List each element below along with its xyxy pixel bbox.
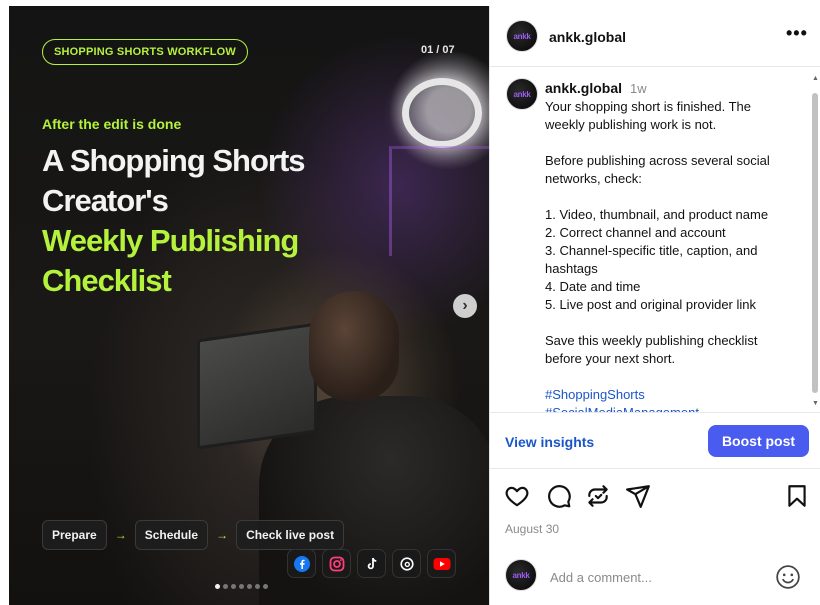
scroll-down-icon[interactable]: ▼ bbox=[812, 400, 819, 407]
scroll-up-icon[interactable]: ▲ bbox=[812, 75, 819, 82]
carousel-dot bbox=[231, 584, 236, 589]
caption-line: Your shopping short is finished. The bbox=[545, 99, 751, 114]
next-slide-button[interactable]: › bbox=[453, 294, 477, 318]
instagram-icon bbox=[322, 549, 351, 578]
caption-username[interactable]: ankk.global bbox=[545, 80, 622, 96]
caption-text: Your shopping short is finished. The wee… bbox=[545, 98, 795, 412]
caption-section: ankk ankk.global 1w Your shopping short i… bbox=[490, 67, 820, 412]
caption-line: 3. Channel-specific title, caption, and bbox=[545, 243, 758, 258]
caption-line: weekly publishing work is not. bbox=[545, 117, 717, 132]
caption-line: 5. Live post and original provider link bbox=[545, 297, 757, 312]
workflow-steps: Prepare → Schedule → Check live post bbox=[42, 520, 345, 550]
threads-icon bbox=[392, 549, 421, 578]
caption-line: hashtags bbox=[545, 261, 598, 276]
caption-header: ankk.global 1w bbox=[545, 80, 647, 96]
avatar[interactable]: ankk bbox=[506, 78, 538, 110]
carousel-dot bbox=[247, 584, 252, 589]
bookmark-icon[interactable] bbox=[784, 483, 810, 509]
tiktok-icon bbox=[357, 549, 386, 578]
scrollbar-thumb[interactable] bbox=[812, 93, 818, 393]
carousel-dot bbox=[263, 584, 268, 589]
hashtag-link[interactable]: #ShoppingShorts bbox=[545, 386, 795, 404]
caption-line: before your next short. bbox=[545, 351, 676, 366]
post-media-carousel[interactable]: SHOPPING SHORTS WORKFLOW 01 / 07 After t… bbox=[9, 6, 489, 605]
comment-bar: ankk bbox=[490, 549, 820, 605]
slide-headline: A Shopping Shorts Creator's Weekly Publi… bbox=[42, 141, 372, 301]
heart-icon[interactable] bbox=[504, 483, 530, 509]
ring-light-image bbox=[402, 78, 482, 148]
caption-line: 4. Date and time bbox=[545, 279, 641, 294]
background-shelf-image bbox=[389, 146, 489, 256]
carousel-dot bbox=[223, 584, 228, 589]
carousel-dot bbox=[239, 584, 244, 589]
insights-bar: View insights Boost post bbox=[490, 412, 820, 469]
slide-counter: 01 / 07 bbox=[421, 44, 455, 56]
caption-scrollbar[interactable]: ▲ ▼ bbox=[812, 75, 819, 412]
step-check-live-post: Check live post bbox=[236, 520, 345, 550]
comment-input[interactable] bbox=[550, 566, 760, 588]
avatar-logo-text: ankk bbox=[513, 89, 531, 99]
post-details-panel: ankk ankk.global ••• ankk ankk.global 1w … bbox=[489, 6, 820, 605]
post-actions: August 30 bbox=[490, 469, 820, 549]
repost-icon[interactable] bbox=[585, 483, 611, 509]
step-prepare: Prepare bbox=[42, 520, 107, 550]
carousel-dot bbox=[255, 584, 260, 589]
creator-head-image bbox=[309, 291, 399, 401]
caption-line: networks, check: bbox=[545, 171, 642, 186]
boost-post-button[interactable]: Boost post bbox=[708, 425, 809, 457]
caption-line: Save this weekly publishing checklist bbox=[545, 333, 758, 348]
headline-line-3: Weekly Publishing bbox=[42, 223, 299, 258]
facebook-icon bbox=[287, 549, 316, 578]
emoji-icon[interactable] bbox=[775, 564, 801, 590]
carousel-dots bbox=[215, 584, 268, 589]
hashtag-link[interactable]: #SocialMediaManagement bbox=[545, 404, 795, 412]
arrow-icon: → bbox=[114, 528, 127, 542]
caption-line: Before publishing across several social bbox=[545, 153, 770, 168]
arrow-icon: → bbox=[216, 528, 229, 542]
share-icon[interactable] bbox=[625, 483, 651, 509]
post-header: ankk ankk.global ••• bbox=[490, 6, 820, 67]
carousel-dot bbox=[215, 584, 220, 589]
caption-time: 1w bbox=[630, 81, 647, 96]
avatar[interactable]: ankk bbox=[506, 20, 538, 52]
headline-line-1: A Shopping Shorts bbox=[42, 143, 306, 178]
caption-line: 2. Correct channel and account bbox=[545, 225, 726, 240]
workflow-tag: SHOPPING SHORTS WORKFLOW bbox=[42, 39, 249, 65]
header-username[interactable]: ankk.global bbox=[549, 29, 626, 45]
headline-line-4: Checklist bbox=[42, 263, 172, 298]
post-date: August 30 bbox=[505, 522, 560, 536]
caption-line: 1. Video, thumbnail, and product name bbox=[545, 207, 769, 222]
step-schedule: Schedule bbox=[134, 520, 209, 550]
avatar-logo-text: ankk bbox=[512, 570, 530, 580]
slide-eyebrow: After the edit is done bbox=[42, 116, 182, 132]
youtube-icon bbox=[427, 549, 456, 578]
comment-icon[interactable] bbox=[546, 483, 572, 509]
avatar: ankk bbox=[505, 559, 537, 591]
laptop-image bbox=[197, 322, 317, 450]
social-icons-row bbox=[287, 549, 456, 578]
view-insights-link[interactable]: View insights bbox=[505, 434, 594, 450]
headline-line-2: Creator's bbox=[42, 183, 169, 218]
avatar-logo-text: ankk bbox=[513, 31, 531, 41]
more-options-icon[interactable]: ••• bbox=[786, 23, 808, 44]
